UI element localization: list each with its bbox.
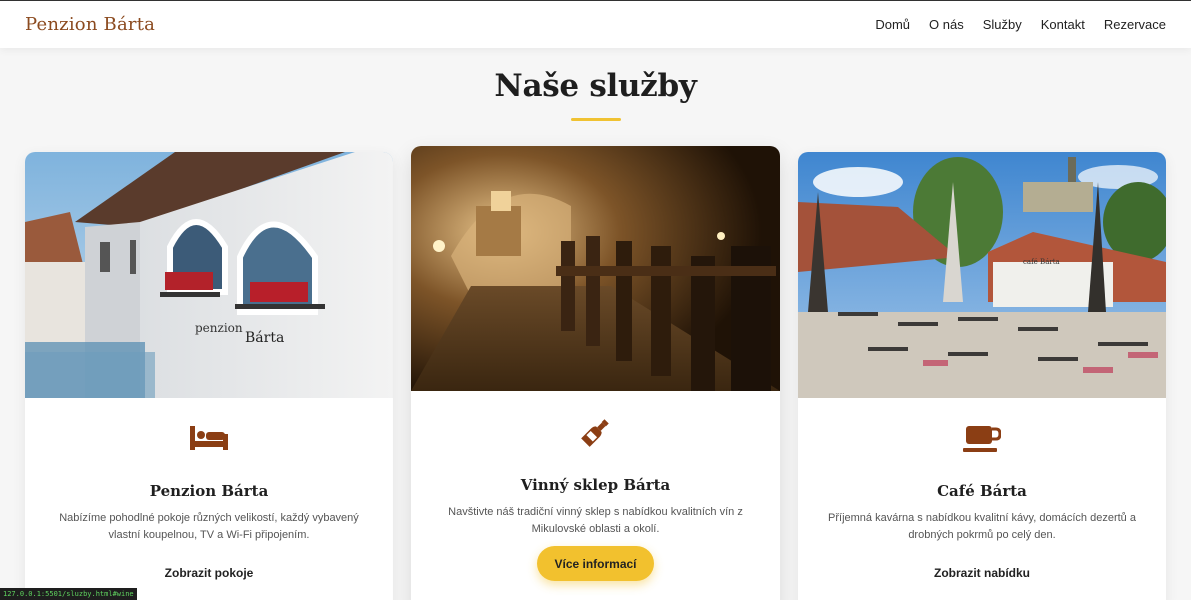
status-bar-url: 127.0.0.1:5501/sluzby.html#wine [0, 588, 137, 600]
more-info-button[interactable]: Více informací [537, 546, 654, 581]
nav-link-kontakt[interactable]: Kontakt [1041, 17, 1085, 32]
show-rooms-link[interactable]: Zobrazit pokoje [25, 566, 393, 580]
nav-link-o-nas[interactable]: O nás [929, 17, 964, 32]
penzion-photo: penzion Bárta [25, 152, 393, 398]
card-description: Navštivte náš tradiční vinný sklep s nab… [448, 506, 743, 535]
svg-text:café Bárta: café Bárta [1023, 258, 1060, 266]
service-card-wine-cellar: Vinný sklep Bárta Navštivte náš tradiční… [411, 146, 780, 600]
wine-bottle-icon [580, 416, 612, 453]
coffee-cup-icon [963, 424, 1002, 459]
wine-cellar-photo [411, 146, 780, 391]
cafe-terrace-photo: café Bárta [798, 152, 1166, 398]
section-title: Naše služby [494, 68, 697, 104]
card-description: Příjemná kavárna s nabídkou kvalitní káv… [828, 512, 1136, 541]
svg-text:Bárta: Bárta [245, 330, 284, 346]
brand-logo[interactable]: Penzion Bárta [25, 14, 155, 35]
service-card-cafe: café Bárta Café Bárta Příjemná kavárna s [798, 152, 1166, 600]
nav-link-rezervace[interactable]: Rezervace [1104, 17, 1166, 32]
nav-link-sluzby[interactable]: Služby [983, 17, 1022, 32]
card-description: Nabízíme pohodlné pokoje různých velikos… [59, 512, 359, 541]
nav-link-domu[interactable]: Domů [875, 17, 910, 32]
bed-icon [189, 424, 229, 457]
service-card-penzion: penzion Bárta Penzion Bárta Nabízíme poh… [25, 152, 393, 600]
main-nav: Domů O nás Služby Kontakt Rezervace [875, 17, 1166, 32]
svg-text:penzion: penzion [195, 321, 243, 335]
show-menu-link[interactable]: Zobrazit nabídku [798, 566, 1166, 580]
title-underline [571, 118, 621, 121]
card-title: Vinný sklep Bárta [520, 476, 671, 494]
card-title: Penzion Bárta [149, 482, 269, 500]
navbar: Penzion Bárta Domů O nás Služby Kontakt … [0, 1, 1191, 48]
card-title: Café Bárta [937, 482, 1027, 500]
